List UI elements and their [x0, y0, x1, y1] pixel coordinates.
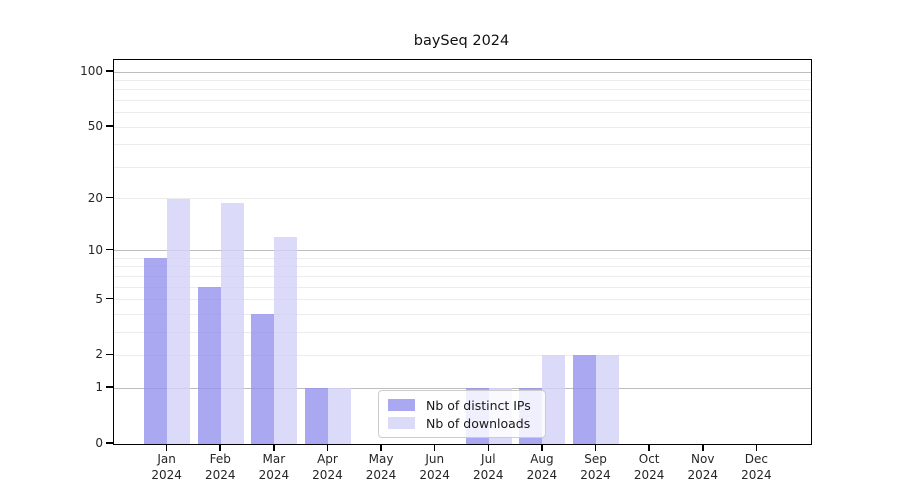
x-tick-oct: [648, 445, 650, 451]
y-tick-label-2: 2: [43, 345, 103, 363]
bar-downloads-mar: [274, 237, 297, 444]
x-tick-label-aug: Aug: [514, 451, 570, 467]
gridline-major-100: [114, 72, 811, 73]
x-tick-label-feb: Feb: [192, 451, 248, 467]
y-tick-10: [106, 249, 113, 251]
bar-ips-feb: [198, 287, 221, 444]
x-tick-sublabel-oct: 2024: [621, 467, 677, 483]
y-tick-label-100: 100: [43, 62, 103, 80]
x-tick-label-oct: Oct: [621, 451, 677, 467]
x-tick-label-may: May: [353, 451, 409, 467]
legend-label-downloads: Nb of downloads: [426, 416, 530, 431]
x-tick-dec: [756, 445, 758, 451]
gridline-minor-50: [114, 127, 811, 128]
plot-area: [113, 59, 812, 445]
gridline-minor-7: [114, 276, 811, 277]
legend: Nb of distinct IPs Nb of downloads: [378, 390, 546, 438]
x-tick-apr: [327, 445, 329, 451]
x-tick-sublabel-feb: 2024: [192, 467, 248, 483]
x-tick-aug: [541, 445, 543, 451]
x-tick-sublabel-sep: 2024: [568, 467, 624, 483]
x-tick-sublabel-mar: 2024: [246, 467, 302, 483]
y-tick-5: [106, 298, 113, 300]
x-tick-feb: [219, 445, 221, 451]
bar-downloads-sep: [596, 355, 619, 444]
legend-item-downloads: Nb of downloads: [388, 414, 537, 432]
x-tick-mar: [273, 445, 275, 451]
bar-downloads-jan: [167, 199, 190, 444]
y-tick-0: [106, 442, 113, 444]
y-tick-label-5: 5: [43, 290, 103, 308]
gridline-minor-8: [114, 266, 811, 267]
x-tick-sublabel-jan: 2024: [139, 467, 195, 483]
x-tick-label-dec: Dec: [728, 451, 784, 467]
y-tick-100: [106, 70, 113, 72]
x-tick-label-jul: Jul: [460, 451, 516, 467]
x-tick-label-nov: Nov: [675, 451, 731, 467]
x-tick-sublabel-jun: 2024: [407, 467, 463, 483]
x-tick-jan: [166, 445, 168, 451]
gridline-minor-30: [114, 167, 811, 168]
y-tick-label-0: 0: [43, 434, 103, 452]
y-tick-20: [106, 197, 113, 199]
gridline-minor-70: [114, 100, 811, 101]
bar-downloads-feb: [221, 203, 244, 445]
chart-figure: baySeq 2024 0125102050100Jan2024Feb2024M…: [0, 0, 900, 500]
gridline-minor-20: [114, 198, 811, 199]
y-tick-label-10: 10: [43, 241, 103, 259]
x-tick-sublabel-nov: 2024: [675, 467, 731, 483]
y-tick-1: [106, 386, 113, 388]
y-tick-label-1: 1: [43, 378, 103, 396]
x-tick-label-jun: Jun: [407, 451, 463, 467]
gridline-minor-9: [114, 258, 811, 259]
legend-swatch-downloads: [388, 417, 415, 429]
x-tick-sublabel-aug: 2024: [514, 467, 570, 483]
bar-ips-mar: [251, 314, 274, 444]
y-tick-2: [106, 354, 113, 356]
gridline-major-10: [114, 250, 811, 251]
x-tick-jul: [488, 445, 490, 451]
y-tick-50: [106, 125, 113, 127]
y-tick-label-50: 50: [43, 117, 103, 135]
bar-ips-sep: [573, 355, 596, 444]
bar-downloads-apr: [328, 388, 351, 444]
y-tick-label-20: 20: [43, 189, 103, 207]
gridline-minor-80: [114, 89, 811, 90]
gridline-minor-40: [114, 144, 811, 145]
x-tick-label-sep: Sep: [568, 451, 624, 467]
x-tick-label-jan: Jan: [139, 451, 195, 467]
x-tick-sublabel-apr: 2024: [299, 467, 355, 483]
chart-title: baySeq 2024: [113, 33, 810, 49]
x-tick-label-apr: Apr: [299, 451, 355, 467]
x-tick-label-mar: Mar: [246, 451, 302, 467]
x-tick-sublabel-dec: 2024: [728, 467, 784, 483]
x-tick-jun: [434, 445, 436, 451]
bar-ips-jan: [144, 258, 167, 444]
x-tick-may: [380, 445, 382, 451]
gridline-minor-60: [114, 112, 811, 113]
legend-item-distinct-ips: Nb of distinct IPs: [388, 396, 537, 414]
bar-ips-apr: [305, 388, 328, 444]
legend-label-distinct-ips: Nb of distinct IPs: [426, 398, 531, 413]
gridline-minor-90: [114, 80, 811, 81]
x-tick-sublabel-jul: 2024: [460, 467, 516, 483]
x-tick-sep: [595, 445, 597, 451]
x-tick-sublabel-may: 2024: [353, 467, 409, 483]
x-tick-nov: [702, 445, 704, 451]
legend-swatch-distinct-ips: [388, 399, 415, 411]
